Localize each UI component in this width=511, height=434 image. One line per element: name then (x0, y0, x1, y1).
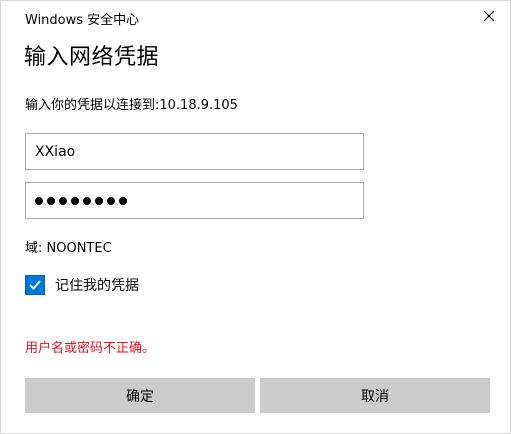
close-icon (483, 10, 495, 22)
ok-button[interactable]: 确定 (25, 378, 255, 413)
error-message: 用户名或密码不正确。 (25, 341, 156, 356)
close-button[interactable] (476, 3, 502, 29)
dialog-heading: 输入网络凭据 (24, 45, 160, 70)
password-input[interactable] (25, 182, 364, 219)
domain-label: 域: NOONTEC (25, 241, 112, 256)
username-input[interactable] (25, 133, 364, 170)
checkbox-checked-icon[interactable] (25, 275, 45, 295)
remember-credentials-label: 记住我的凭据 (55, 278, 139, 294)
window-title: Windows 安全中心 (25, 13, 140, 28)
remember-credentials-checkbox[interactable]: 记住我的凭据 (25, 275, 139, 295)
cancel-button[interactable]: 取消 (260, 378, 490, 413)
credentials-dialog: Windows 安全中心 输入网络凭据 输入你的凭据以连接到:10.18.9.1… (0, 0, 511, 434)
connect-prompt: 输入你的凭据以连接到:10.18.9.105 (25, 98, 238, 113)
